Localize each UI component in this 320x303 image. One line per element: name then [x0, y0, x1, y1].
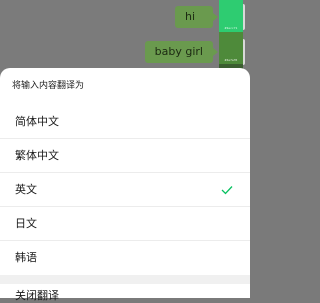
chat-bubble-text: hi [185, 10, 196, 23]
option-traditional-chinese[interactable]: 繁体中文 [0, 139, 250, 173]
option-label: 韩语 [15, 251, 37, 264]
option-label: 日文 [15, 217, 37, 230]
color-swatch: #4e7a35 [219, 32, 243, 64]
chat-bubble-hi[interactable]: hi [175, 6, 218, 28]
sheet-title: 将输入内容翻译为 [12, 81, 85, 91]
color-swatch: #2ecc71 [219, 0, 243, 32]
chat-bubble-text: baby girl [154, 45, 203, 58]
option-label: 繁体中文 [15, 149, 59, 162]
option-english[interactable]: 英文 [0, 173, 250, 207]
section-divider [0, 275, 250, 284]
close-translation-button[interactable]: 关闭翻译 [15, 287, 59, 303]
option-simplified-chinese[interactable]: 简体中文 [0, 105, 250, 139]
option-label: 简体中文 [15, 115, 59, 128]
translate-bottom-sheet: 将输入内容翻译为 简体中文 繁体中文 英文 日文 韩语 关闭翻译 [0, 68, 250, 302]
swatch-label: #2ecc71 [224, 26, 238, 30]
option-korean[interactable]: 韩语 [0, 241, 250, 275]
swatch-label: #4e7a35 [224, 58, 238, 62]
option-label: 英文 [15, 183, 37, 196]
checkmark-icon [221, 186, 233, 195]
option-japanese[interactable]: 日文 [0, 207, 250, 241]
chat-bubble-baby-girl[interactable]: baby girl [144, 41, 219, 63]
